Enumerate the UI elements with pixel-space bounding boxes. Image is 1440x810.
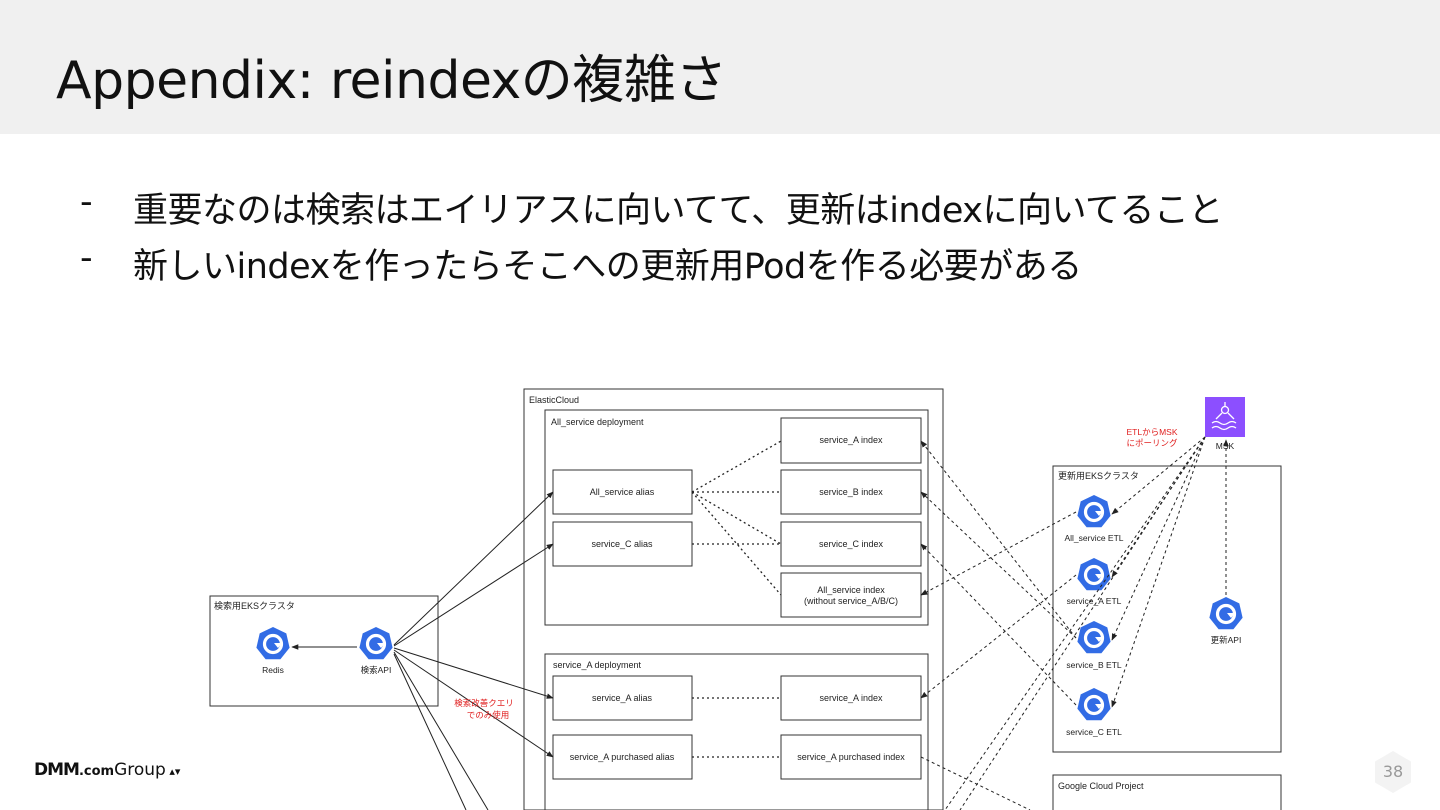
alias-index-links: [691, 440, 782, 758]
msk-label: MSK: [1216, 441, 1235, 451]
company-logo: DMM.comGroup ▴▾: [34, 760, 181, 780]
update-cluster-label: 更新用EKSクラスタ: [1058, 470, 1139, 481]
search-cluster-label: 検索用EKSクラスタ: [214, 600, 295, 611]
search-api-k8s-icon: [357, 625, 395, 661]
service-a-alias-label: service_A alias: [592, 693, 653, 703]
service-b-etl-k8s-icon: [1075, 619, 1113, 655]
search-note-line2: でのみ使用: [467, 710, 510, 720]
all-service-etl-label: All_service ETL: [1064, 533, 1123, 543]
google-cloud-project-label: Google Cloud Project: [1058, 781, 1144, 791]
service-b-etl-label: service_B ETL: [1066, 660, 1122, 670]
msk-note-line2: にポーリング: [1126, 438, 1178, 448]
all-service-index-sublabel: (without service_A/B/C): [804, 596, 898, 606]
all-service-index-label: All_service index: [817, 585, 885, 595]
msk-note-line1: ETLからMSK: [1126, 427, 1177, 437]
service-b-index-label: service_B index: [819, 487, 883, 497]
all-service-alias-label: All_service alias: [590, 487, 655, 497]
search-api-label: 検索API: [361, 665, 392, 675]
redis-k8s-icon: [254, 625, 292, 661]
service-a-purchased-alias-label: service_A purchased alias: [570, 752, 675, 762]
redis-label: Redis: [262, 665, 284, 675]
search-api-offscreen-line-2: [393, 653, 467, 810]
service-a-purchased-index-label: service_A purchased index: [797, 752, 905, 762]
service-a-deployment-label: service_A deployment: [553, 660, 642, 670]
search-note-line1: 検索改善クエリ: [454, 698, 514, 708]
update-api-k8s-icon: [1207, 595, 1245, 631]
purchased-index-offscreen-line: [920, 756, 1031, 810]
elastic-cloud-label: ElasticCloud: [529, 395, 579, 405]
msk-offscreen-line: [959, 436, 1206, 810]
service-a-index-label: service_A index: [819, 435, 883, 445]
service-c-index-label: service_C index: [819, 539, 884, 549]
page-number-badge: 38: [1371, 750, 1415, 794]
service-c-etl-label: service_C ETL: [1066, 727, 1122, 737]
all-service-etl-k8s-icon: [1075, 493, 1113, 529]
all-service-deployment-label: All_service deployment: [551, 417, 644, 427]
update-api-label: 更新API: [1211, 635, 1242, 645]
service-a-etl-label: service_A ETL: [1067, 596, 1122, 606]
logo-mark-icon: ▴▾: [165, 765, 181, 778]
page-number: 38: [1382, 762, 1404, 781]
msk-offscreen-line-2: [944, 436, 1206, 810]
service-c-alias-label: service_C alias: [591, 539, 653, 549]
service-c-etl-k8s-icon: [1075, 686, 1113, 722]
all-service-index-box: [780, 572, 922, 618]
search-api-offscreen-line: [393, 651, 489, 810]
architecture-diagram: ElasticCloud All_service deployment All_…: [209, 388, 1282, 810]
service-a-index-2-label: service_A index: [819, 693, 883, 703]
service-a-etl-k8s-icon: [1075, 556, 1113, 592]
